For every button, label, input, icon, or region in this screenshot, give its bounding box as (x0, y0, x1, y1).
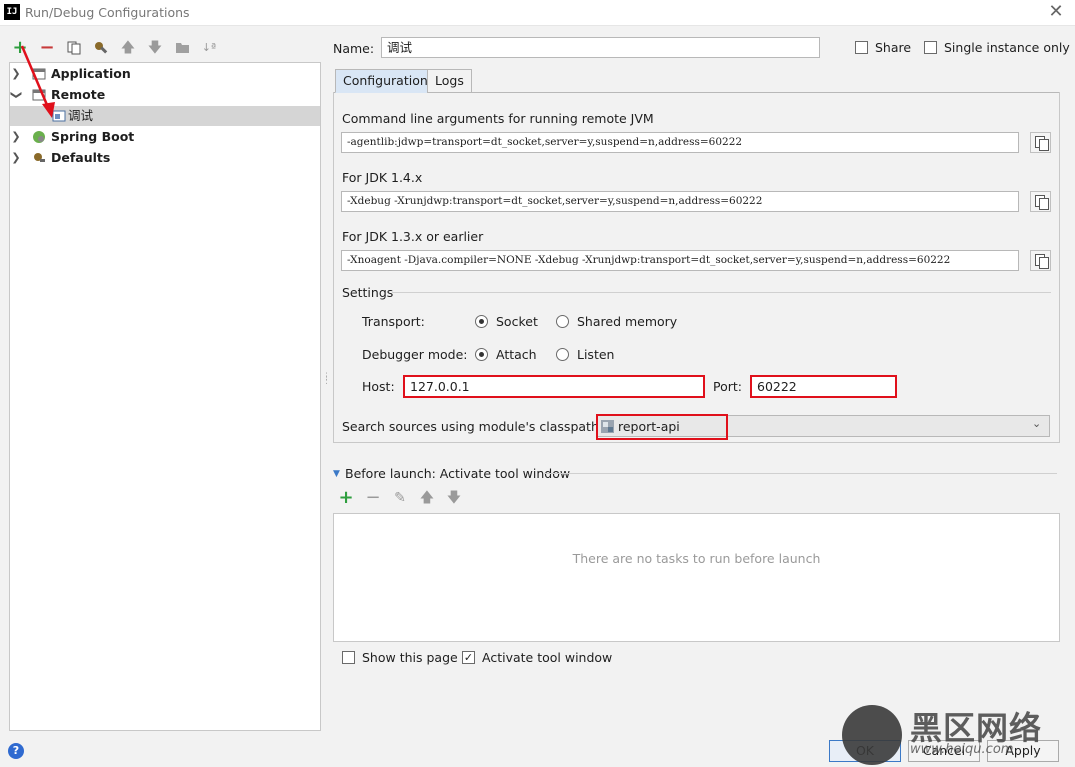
module-highlight-box (596, 414, 728, 440)
chevron-right-icon[interactable]: ❯ (10, 148, 22, 168)
share-label: Share (875, 40, 912, 55)
move-down-icon[interactable]: 🡇 (146, 39, 164, 57)
transport-socket-radio[interactable] (475, 315, 488, 328)
single-instance-checkbox[interactable] (924, 41, 937, 54)
close-icon[interactable]: ✕ (1046, 2, 1066, 22)
watermark-url: www.heiqu.com (910, 742, 1014, 757)
tab-configuration[interactable]: Configuration (335, 69, 436, 93)
transport-shared-memory-label: Shared memory (577, 314, 678, 329)
remove-task-icon[interactable]: − (364, 489, 382, 507)
share-checkbox[interactable] (855, 41, 868, 54)
remove-configuration-icon[interactable]: − (38, 39, 56, 57)
tab-logs[interactable]: Logs (427, 69, 472, 93)
jdk14-args-field[interactable]: -Xdebug -Xrunjdwp:transport=dt_socket,se… (341, 191, 1019, 212)
move-up-icon[interactable]: 🡅 (119, 39, 137, 57)
transport-socket-label: Socket (496, 314, 538, 329)
tree-item-label: Defaults (51, 150, 111, 165)
edit-defaults-icon[interactable] (92, 39, 110, 57)
before-launch-task-list[interactable] (333, 513, 1060, 642)
copy-icon[interactable] (1030, 132, 1051, 153)
chevron-down-icon[interactable]: ❯ (6, 89, 26, 101)
chevron-down-icon[interactable]: ⌄ (1032, 417, 1041, 430)
debugger-attach-label: Attach (496, 347, 537, 362)
defaults-icon (34, 153, 45, 162)
host-label: Host: (362, 379, 395, 394)
folder-icon[interactable] (173, 39, 191, 57)
add-configuration-icon[interactable]: + (11, 39, 29, 57)
tree-item-label: Application (51, 66, 131, 81)
copy-icon[interactable] (1030, 250, 1051, 271)
remote-icon (32, 89, 46, 101)
tree-item-remote[interactable]: ❯ Remote (10, 85, 320, 105)
remote-config-icon (52, 110, 66, 122)
add-task-icon[interactable]: + (337, 489, 355, 507)
empty-tasks-text: There are no tasks to run before launch (572, 551, 821, 566)
show-page-checkbox[interactable] (342, 651, 355, 664)
port-label: Port: (713, 379, 742, 394)
before-launch-separator (544, 473, 1057, 474)
copy-icon[interactable] (1030, 191, 1051, 212)
tree-item-label: Remote (51, 87, 106, 102)
copy-configuration-icon[interactable] (65, 39, 83, 57)
port-input[interactable]: 60222 (750, 375, 897, 398)
cmd-args-label: Command line arguments for running remot… (342, 111, 654, 126)
transport-label: Transport: (362, 314, 425, 329)
single-instance-label: Single instance only (944, 40, 1070, 55)
settings-label: Settings (342, 285, 394, 300)
intellij-app-icon: IJ (4, 4, 20, 20)
cmd-args-field[interactable]: -agentlib:jdwp=transport=dt_socket,serve… (341, 132, 1019, 153)
activate-tool-window-label: Activate tool window (482, 650, 613, 665)
name-label: Name: (333, 41, 375, 56)
debugger-attach-radio[interactable] (475, 348, 488, 361)
debugger-listen-label: Listen (577, 347, 615, 362)
tree-item-defaults[interactable]: ❯ Defaults (10, 148, 320, 168)
host-input[interactable]: 127.0.0.1 (403, 375, 705, 398)
move-task-down-icon[interactable]: 🡇 (445, 489, 463, 507)
window-title: Run/Debug Configurations (25, 5, 190, 20)
name-input[interactable]: 调试 (381, 37, 820, 58)
settings-separator (392, 292, 1051, 293)
move-task-up-icon[interactable]: 🡅 (418, 489, 436, 507)
spring-boot-icon (33, 131, 45, 143)
application-icon (32, 68, 46, 80)
chevron-right-icon[interactable]: ❯ (10, 64, 22, 84)
configuration-tree[interactable]: ❯ Application ❯ Remote 调试 ❯ Spring Boot … (9, 62, 321, 731)
transport-shared-memory-radio[interactable] (556, 315, 569, 328)
collapse-triangle-icon[interactable]: ▼ (333, 469, 340, 479)
edit-task-icon[interactable]: ✎ (391, 489, 409, 507)
tree-item-application[interactable]: ❯ Application (10, 64, 320, 84)
classpath-label: Search sources using module's classpath: (342, 419, 604, 434)
tree-item-spring-boot[interactable]: ❯ Spring Boot (10, 127, 320, 147)
sort-alphabetically-icon[interactable]: ↓ª (200, 39, 218, 57)
splitter-handle[interactable]: ⋮ ⋮ (322, 373, 331, 386)
debugger-listen-radio[interactable] (556, 348, 569, 361)
debugger-mode-label: Debugger mode: (362, 347, 468, 362)
chevron-right-icon[interactable]: ❯ (10, 127, 22, 147)
help-icon[interactable]: ? (8, 743, 24, 759)
watermark-logo (842, 705, 902, 765)
jdk13-args-field[interactable]: -Xnoagent -Djava.compiler=NONE -Xdebug -… (341, 250, 1019, 271)
jdk13-label: For JDK 1.3.x or earlier (342, 229, 484, 244)
activate-tool-window-checkbox[interactable] (462, 651, 475, 664)
tree-item-label: 调试 (68, 108, 94, 123)
tree-item-label: Spring Boot (51, 129, 135, 144)
show-page-label: Show this page (362, 650, 458, 665)
jdk14-label: For JDK 1.4.x (342, 170, 423, 185)
before-launch-label: Before launch: Activate tool window (345, 466, 571, 481)
tree-item-debug-config[interactable]: 调试 (10, 106, 320, 126)
